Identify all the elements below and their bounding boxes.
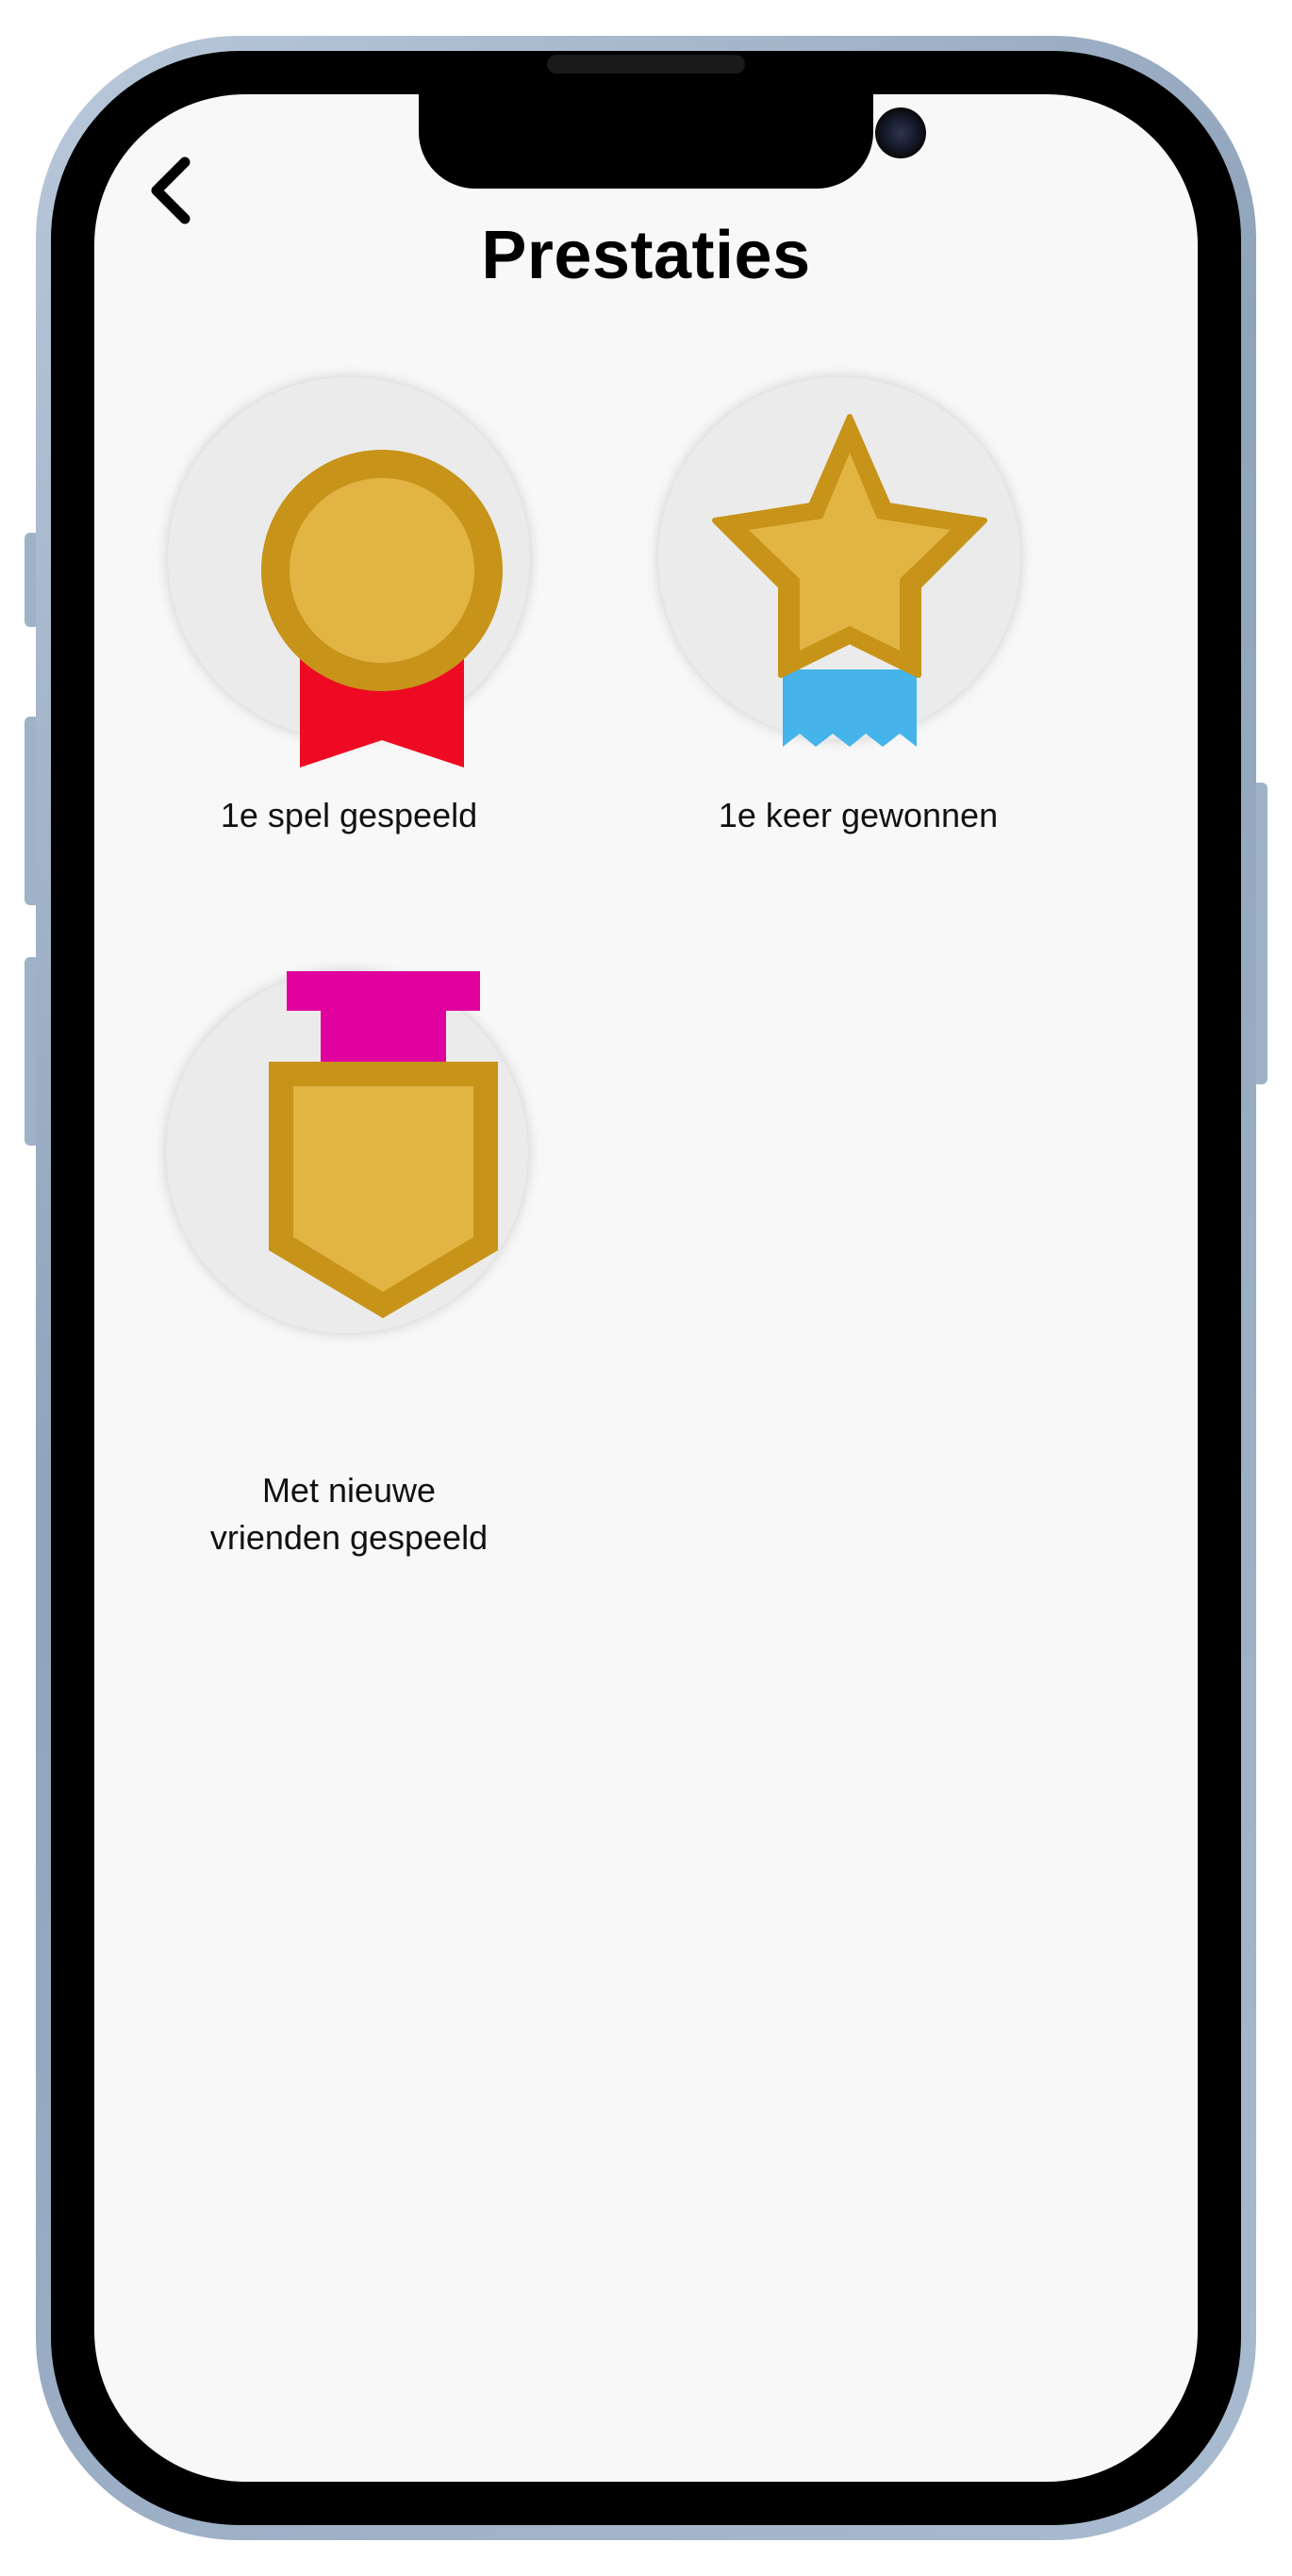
- achievement-label-line1: Met nieuwe: [261, 1471, 437, 1510]
- achievement-label: Met nieuwe vrienden gespeeld: [94, 1467, 604, 1561]
- front-camera: [875, 107, 926, 158]
- achievement-label: 1e keer gewonnen: [718, 796, 999, 834]
- earpiece-speaker: [547, 55, 745, 74]
- page-title: Prestaties: [481, 218, 811, 293]
- achievement-label: 1e spel gespeeld: [220, 796, 478, 834]
- chevron-left-icon: [151, 157, 190, 224]
- shield-badge-icon: [269, 971, 498, 1318]
- app-screen: Prestaties 1e spel gespeeld 1e keer gewo…: [94, 94, 1198, 2482]
- medal-ribbon-icon: [261, 450, 503, 768]
- star-ribbon-icon: [712, 414, 987, 747]
- phone-notch: [419, 94, 926, 189]
- achievement-label-line2: vrienden gespeeld: [209, 1518, 489, 1557]
